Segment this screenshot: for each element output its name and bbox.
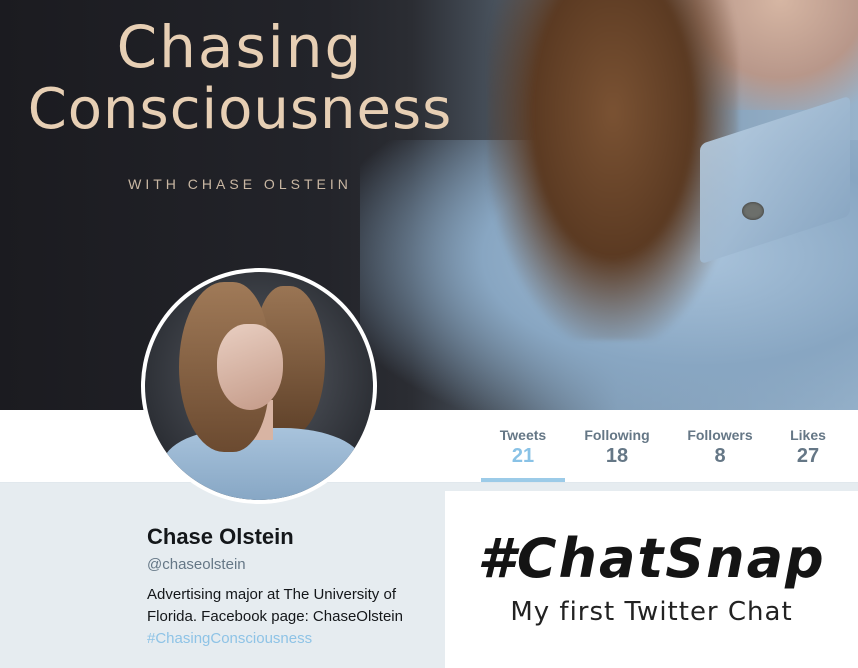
profile-bio: Advertising major at The University of F… [147, 584, 447, 650]
banner-subtitle: WITH CHASE OLSTEIN [128, 176, 352, 192]
stat-followers[interactable]: Followers 8 [677, 410, 763, 482]
stat-label: Followers [687, 427, 753, 443]
bio-line: Florida. Facebook page: ChaseOlstein [147, 608, 403, 625]
profile-name[interactable]: Chase Olstein [147, 522, 447, 552]
stat-value: 27 [796, 445, 820, 467]
chatsnap-overlay-card: #ChatSnap My first Twitter Chat [445, 491, 858, 668]
stat-value: 8 [714, 445, 726, 467]
banner-title: Chasing Consciousness [0, 18, 480, 138]
stat-value: 21 [511, 445, 535, 467]
stat-value: 18 [605, 445, 629, 467]
profile-banner: Chasing Consciousness WITH CHASE OLSTEIN [0, 0, 858, 410]
overlay-subtitle: My first Twitter Chat [510, 597, 793, 627]
banner-title-line1: Chasing [116, 13, 364, 81]
avatar-photo-detail [217, 324, 283, 410]
bio-hashtag-link[interactable]: #ChasingConsciousness [147, 628, 447, 650]
profile-info: Chase Olstein @chaseolstein Advertising … [147, 522, 447, 650]
stat-label: Following [584, 427, 650, 443]
stat-label: Tweets [499, 427, 547, 443]
stat-label: Likes [790, 427, 826, 443]
avatar-photo [145, 272, 373, 500]
stat-likes[interactable]: Likes 27 [776, 410, 840, 482]
profile-handle[interactable]: @chaseolstein [147, 554, 447, 576]
banner-title-line2: Consciousness [27, 77, 453, 142]
profile-stats-bar: Tweets 21 Following 18 Followers 8 Likes… [0, 410, 858, 483]
avatar[interactable] [141, 268, 377, 504]
stat-following[interactable]: Following 18 [575, 410, 659, 482]
overlay-title: #ChatSnap [477, 527, 826, 590]
bio-line: Advertising major at The University of [147, 586, 396, 603]
banner-photo-detail [742, 202, 764, 220]
stat-tweets[interactable]: Tweets 21 [481, 410, 565, 482]
